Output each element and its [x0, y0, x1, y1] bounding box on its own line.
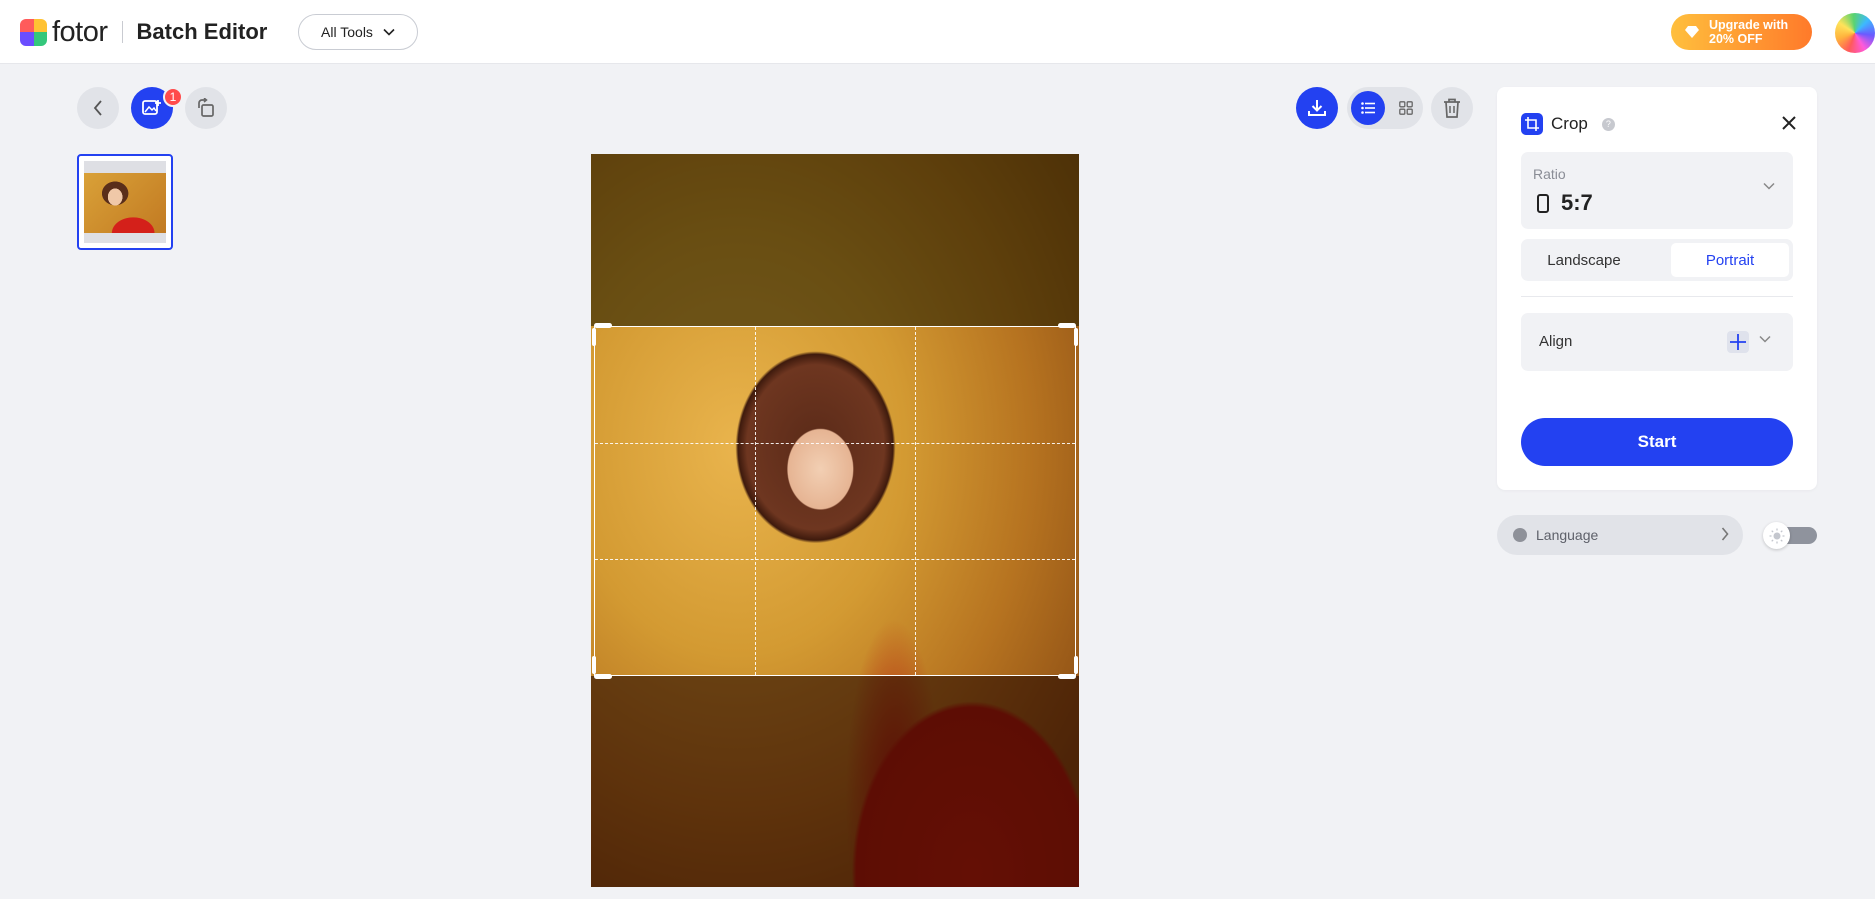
thumbnail-frame	[84, 161, 166, 243]
grid-view-button[interactable]	[1389, 91, 1423, 125]
crop-handle-right-top[interactable]	[1074, 328, 1078, 346]
image-thumbnail[interactable]	[77, 154, 173, 250]
download-icon	[1308, 100, 1326, 116]
crop-mask-top	[591, 154, 1079, 326]
top-bar: fotor Batch Editor All Tools Upgrade wit…	[0, 0, 1875, 64]
ratio-value: 5:7	[1561, 190, 1593, 215]
trash-icon	[1444, 98, 1460, 118]
diamond-icon	[1685, 26, 1699, 38]
close-panel-button[interactable]	[1779, 113, 1799, 133]
crop-icon	[1521, 113, 1543, 135]
list-icon	[1361, 102, 1375, 114]
panel-header: Crop ?	[1521, 113, 1615, 135]
chevron-left-icon	[93, 100, 102, 116]
theme-toggle[interactable]	[1763, 522, 1817, 549]
upgrade-line-1: Upgrade with	[1709, 18, 1789, 32]
help-icon[interactable]: ?	[1601, 117, 1615, 131]
list-view-button[interactable]	[1351, 91, 1385, 125]
crop-grid-line	[914, 327, 916, 675]
rotate-button[interactable]	[185, 87, 227, 129]
crop-grid-line	[754, 327, 756, 675]
language-selector[interactable]: Language	[1497, 515, 1743, 555]
close-icon	[1782, 116, 1796, 130]
chevron-down-icon	[383, 28, 395, 36]
landscape-option[interactable]: Landscape	[1525, 243, 1643, 277]
orientation-segmented-control: Landscape Portrait	[1521, 239, 1793, 281]
align-label: Align	[1539, 333, 1573, 350]
language-label: Language	[1536, 527, 1599, 543]
delete-button[interactable]	[1431, 87, 1473, 129]
crop-handle-left-bottom[interactable]	[592, 656, 596, 674]
ratio-dropdown[interactable]: Ratio 5:7	[1521, 152, 1793, 229]
crop-handle-right-bottom[interactable]	[1074, 656, 1078, 674]
crop-mask-bottom	[591, 676, 1079, 887]
panel-title: Crop	[1551, 114, 1588, 133]
panel-divider	[1521, 296, 1793, 297]
add-image-icon	[142, 100, 161, 115]
thumbnail-image	[84, 173, 166, 233]
chevron-right-icon	[1721, 527, 1729, 541]
view-mode-toggle	[1347, 87, 1423, 129]
all-tools-label: All Tools	[321, 24, 373, 40]
crop-grid-line	[595, 558, 1075, 560]
grid-icon	[1399, 101, 1413, 115]
crop-handle-left-top[interactable]	[592, 328, 596, 346]
upgrade-line-2: 20% OFF	[1709, 32, 1763, 46]
back-button[interactable]	[77, 87, 119, 129]
product-title: Batch Editor	[136, 19, 268, 44]
crop-handle-top-left[interactable]	[594, 323, 612, 328]
download-button[interactable]	[1296, 87, 1338, 129]
sun-icon	[1763, 522, 1790, 549]
chevron-down-icon	[1763, 182, 1775, 190]
align-dropdown[interactable]: Align	[1521, 313, 1793, 371]
portrait-option[interactable]: Portrait	[1671, 243, 1789, 277]
upload-count-badge: 1	[163, 87, 183, 107]
globe-icon	[1513, 528, 1527, 542]
crop-panel: Crop ? Ratio 5:7 Landscape Portrait Alig…	[1497, 87, 1817, 490]
chevron-down-icon	[1759, 335, 1771, 343]
brand-name: fotor	[52, 16, 108, 48]
fotor-logo[interactable]: fotor Batch Editor	[20, 16, 268, 48]
align-center-icon	[1727, 331, 1749, 353]
rotate-icon	[198, 98, 214, 117]
crop-selection[interactable]	[594, 326, 1076, 676]
upgrade-button[interactable]: Upgrade with 20% OFF	[1671, 14, 1812, 50]
crop-handle-top-right[interactable]	[1058, 323, 1076, 328]
crop-handle-bottom-right[interactable]	[1058, 674, 1076, 679]
ratio-label: Ratio	[1533, 166, 1566, 182]
brand-divider	[121, 21, 123, 43]
all-tools-dropdown[interactable]: All Tools	[298, 14, 418, 50]
start-button[interactable]: Start	[1521, 418, 1793, 466]
crop-handle-bottom-left[interactable]	[594, 674, 612, 679]
fotor-logo-icon	[20, 18, 47, 46]
portrait-ratio-icon	[1537, 194, 1549, 213]
user-avatar[interactable]	[1835, 13, 1875, 53]
crop-grid-line	[595, 442, 1075, 444]
